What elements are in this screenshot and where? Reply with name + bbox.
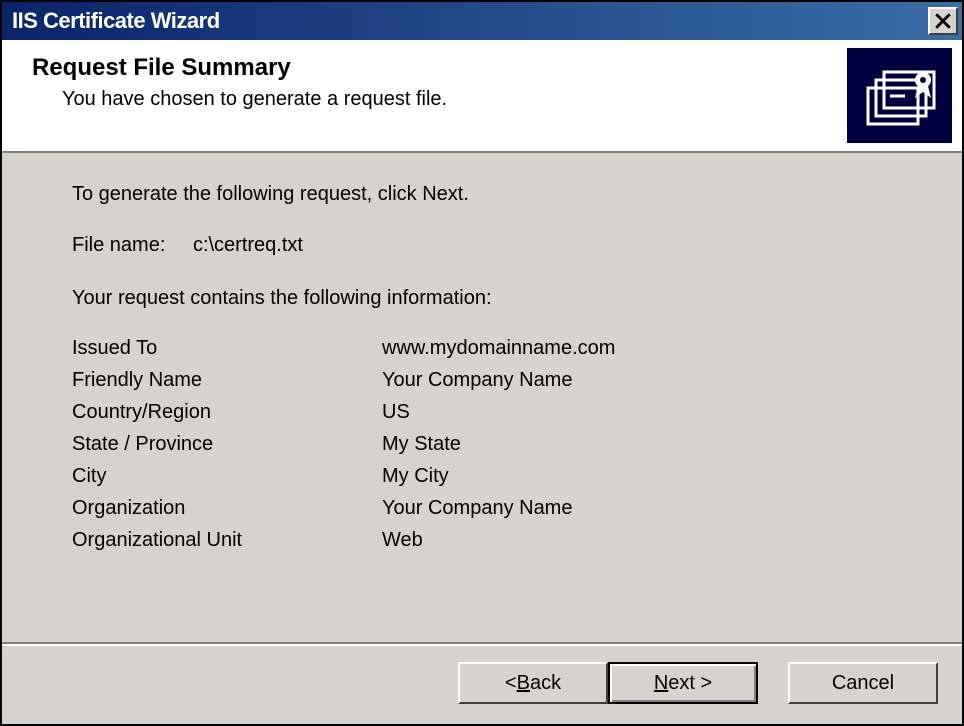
button-bar: < Back Next > Cancel [2,646,962,724]
file-name-label: File name: [72,234,165,257]
file-name-row: File name: c:\certreq.txt [72,234,922,257]
table-row: State / Province My State [72,430,922,458]
field-label: Organization [72,494,382,522]
info-intro-text: Your request contains the following info… [72,287,922,310]
back-button-mnemonic: B [517,672,530,695]
wizard-header-subtitle: You have chosen to generate a request fi… [62,88,827,111]
field-value: US [382,398,410,426]
window-title: IIS Certificate Wizard [12,8,220,34]
field-value: Web [382,526,423,554]
field-value: Your Company Name [382,494,572,522]
close-icon [934,12,952,30]
file-name-value: c:\certreq.txt [193,234,303,257]
table-row: Friendly Name Your Company Name [72,366,922,394]
field-value: My City [382,462,449,490]
next-button-rest: ext > [668,672,712,695]
table-row: City My City [72,462,922,490]
field-label: City [72,462,382,490]
table-row: Country/Region US [72,398,922,426]
next-button-mnemonic: N [654,672,668,695]
request-info-table: Issued To www.mydomainname.com Friendly … [72,334,922,554]
field-value: Your Company Name [382,366,572,394]
back-button[interactable]: < Back [458,662,608,704]
field-label: Friendly Name [72,366,382,394]
next-button[interactable]: Next > [608,662,758,704]
cancel-button[interactable]: Cancel [788,662,938,704]
field-label: Country/Region [72,398,382,426]
field-label: Issued To [72,334,382,362]
table-row: Organization Your Company Name [72,494,922,522]
wizard-header-text: Request File Summary You have chosen to … [2,40,847,151]
back-button-prefix: < [505,672,517,695]
wizard-header-title: Request File Summary [32,54,827,82]
wizard-header: Request File Summary You have chosen to … [2,40,962,153]
wizard-content: To generate the following request, click… [2,153,962,642]
field-label: Organizational Unit [72,526,382,554]
table-row: Issued To www.mydomainname.com [72,334,922,362]
nav-button-group: < Back Next > [458,662,788,704]
table-row: Organizational Unit Web [72,526,922,554]
field-label: State / Province [72,430,382,458]
titlebar: IIS Certificate Wizard [2,2,962,40]
cancel-button-label: Cancel [832,672,894,695]
instruction-text: To generate the following request, click… [72,183,922,206]
close-button[interactable] [928,7,958,35]
certificate-icon [847,48,952,143]
back-button-rest: ack [530,672,561,695]
wizard-window: IIS Certificate Wizard Request File Summ… [0,0,964,726]
field-value: My State [382,430,461,458]
field-value: www.mydomainname.com [382,334,615,362]
